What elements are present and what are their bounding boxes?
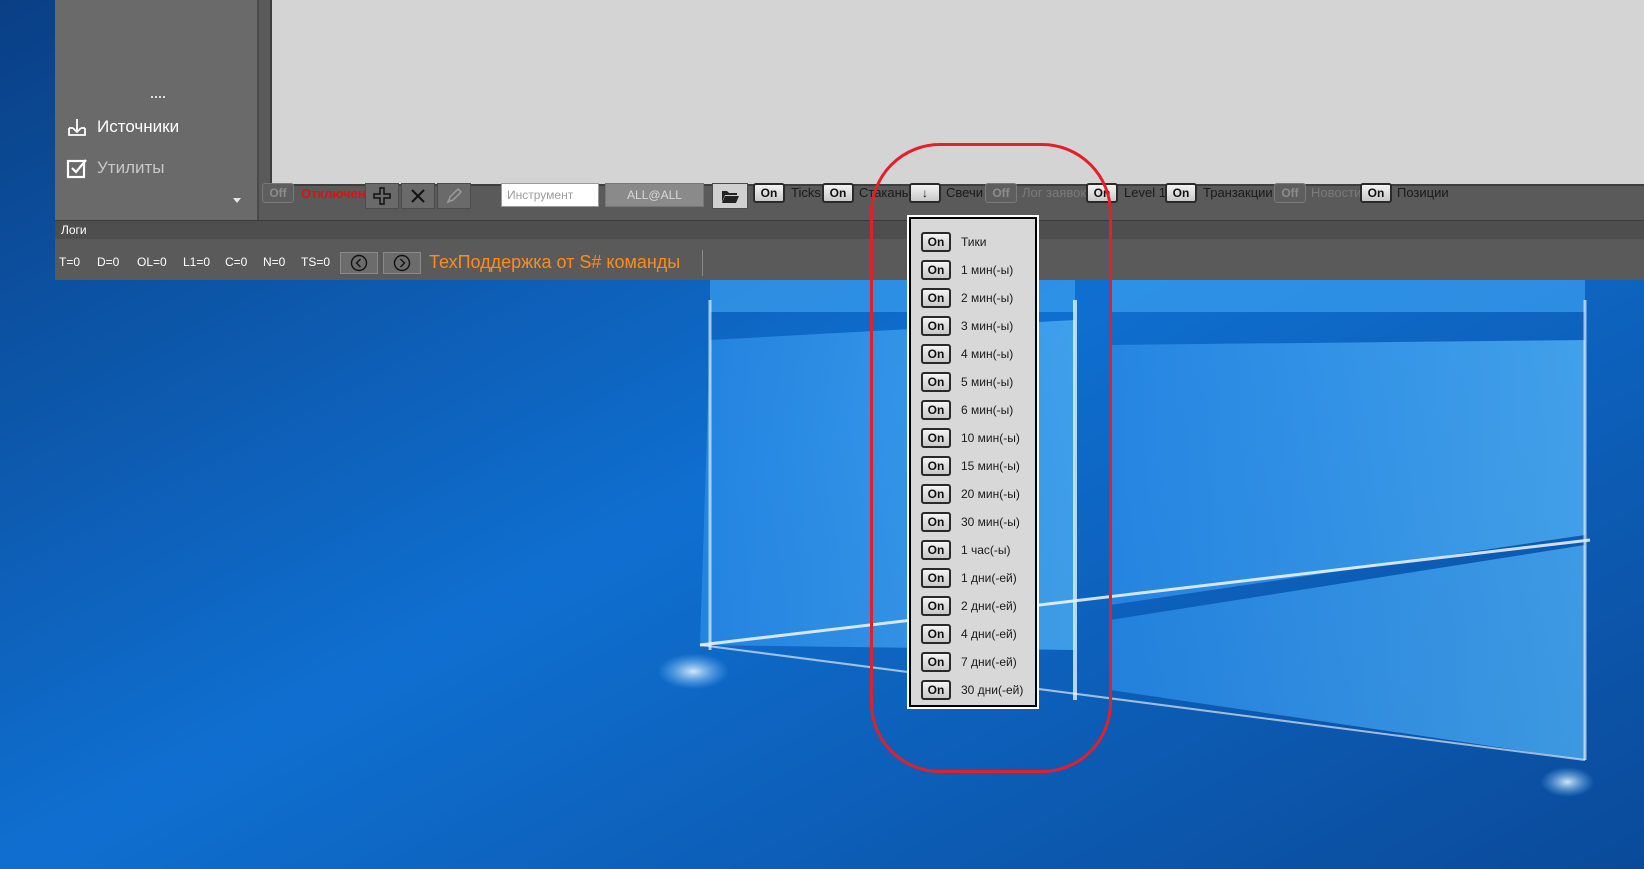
- counter-news: N=0: [263, 255, 286, 269]
- sidebar-item-sources[interactable]: Источники: [65, 114, 179, 140]
- transactions-label: Транзакции: [1203, 185, 1273, 200]
- folder-open-icon: [722, 191, 739, 203]
- news-label: Новости: [1311, 185, 1362, 200]
- positions-toggle[interactable]: On: [1360, 183, 1392, 203]
- highlight-ring: [870, 143, 1112, 773]
- sidebar: Источники Утилиты: [55, 0, 259, 220]
- logs-header: Логи: [55, 220, 1644, 239]
- counter-transactions: TS=0: [301, 255, 331, 269]
- prev-button[interactable]: [340, 252, 378, 274]
- sidebar-grip[interactable]: [151, 96, 165, 98]
- ticks-label: Ticks: [791, 185, 821, 200]
- chevron-left-circle-icon: [350, 254, 368, 272]
- checkbox-checked-icon: [66, 159, 87, 179]
- support-link[interactable]: ТехПоддержка от S# команды: [429, 252, 680, 273]
- pencil-icon: [446, 187, 463, 204]
- counter-depth: D=0: [97, 255, 120, 269]
- connection-status: Отключен: [301, 186, 366, 201]
- delete-button[interactable]: [401, 183, 435, 209]
- status-divider: [702, 250, 703, 276]
- ticks-toggle[interactable]: On: [753, 183, 785, 203]
- status-bar: T=0 D=0 OL=0 L1=0 C=0 N=0 TS=0 ТехПоддер…: [55, 239, 1644, 280]
- positions-label: Позиции: [1397, 185, 1449, 200]
- chevron-right-circle-icon: [393, 254, 411, 272]
- connect-toggle[interactable]: Off: [262, 183, 294, 203]
- depth-toggle[interactable]: On: [822, 183, 854, 203]
- app-window: Источники Утилиты Off Отключен Инструмен…: [55, 0, 1644, 280]
- next-button[interactable]: [383, 252, 421, 274]
- close-icon: [411, 189, 425, 203]
- transactions-toggle[interactable]: On: [1165, 183, 1197, 203]
- counter-candles: C=0: [225, 255, 248, 269]
- sidebar-item-label: Источники: [97, 117, 180, 136]
- sidebar-item-label: Утилиты: [97, 158, 165, 177]
- instrument-input[interactable]: Инструмент: [501, 183, 599, 207]
- portfolio-field[interactable]: ALL@ALL: [605, 183, 704, 207]
- chevron-down-icon[interactable]: [233, 198, 241, 203]
- add-button[interactable]: [365, 183, 399, 209]
- logs-title: Логи: [61, 223, 87, 237]
- import-tray-icon: [68, 119, 86, 136]
- level1-label: Level 1: [1124, 185, 1166, 200]
- plus-icon: [373, 187, 391, 205]
- open-folder-button[interactable]: [712, 183, 748, 209]
- sidebar-item-utilities[interactable]: Утилиты: [65, 155, 165, 181]
- counter-trades: T=0: [59, 255, 81, 269]
- counter-orderlog: OL=0: [137, 255, 167, 269]
- edit-button[interactable]: [437, 183, 471, 209]
- counter-level1: L1=0: [183, 255, 211, 269]
- news-toggle[interactable]: Off: [1274, 183, 1306, 203]
